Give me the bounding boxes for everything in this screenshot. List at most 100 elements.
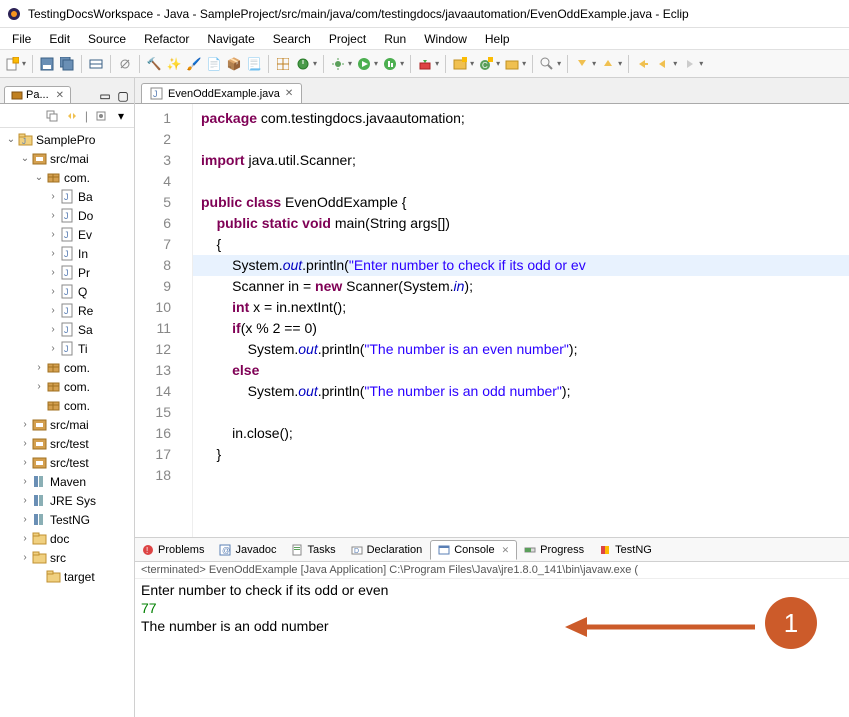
filter-icon[interactable] bbox=[94, 109, 108, 123]
project-tree[interactable]: ⌄JSamplePro⌄src/mai⌄com.›JBa›JDo›JEv›JIn… bbox=[0, 128, 134, 717]
tree-item[interactable]: ›JDo bbox=[0, 206, 134, 225]
skip-breakpoints-icon[interactable] bbox=[117, 56, 133, 72]
tree-item[interactable]: ›src/mai bbox=[0, 415, 134, 434]
testng-icon bbox=[599, 544, 611, 556]
tab-testng[interactable]: TestNG bbox=[592, 541, 660, 559]
page-icon[interactable]: 📃 bbox=[246, 56, 262, 72]
prev-annotation-icon[interactable] bbox=[600, 56, 616, 72]
new-package-icon[interactable] bbox=[452, 56, 468, 72]
tree-item[interactable]: ›com. bbox=[0, 358, 134, 377]
menu-help[interactable]: Help bbox=[477, 30, 518, 48]
paint-icon[interactable]: 🖌️ bbox=[186, 56, 202, 72]
link-editor-icon[interactable] bbox=[65, 109, 79, 123]
pkg-icon bbox=[46, 360, 61, 375]
minimize-icon[interactable]: ▭ bbox=[98, 89, 112, 103]
menu-refactor[interactable]: Refactor bbox=[136, 30, 197, 48]
grid-icon[interactable] bbox=[275, 56, 291, 72]
tab-declaration[interactable]: DDeclaration bbox=[344, 541, 431, 559]
back-icon[interactable] bbox=[655, 56, 671, 72]
debug-icon[interactable] bbox=[330, 56, 346, 72]
close-icon[interactable]: ✕ bbox=[285, 88, 293, 99]
tree-item[interactable]: ›JQ bbox=[0, 282, 134, 301]
tree-label: com. bbox=[64, 380, 90, 394]
tree-item[interactable]: com. bbox=[0, 396, 134, 415]
open-type-icon[interactable] bbox=[504, 56, 520, 72]
close-icon[interactable]: ✕ bbox=[56, 90, 64, 101]
wand-icon[interactable]: ✨ bbox=[166, 56, 182, 72]
toggle-breadcrumb-icon[interactable] bbox=[88, 56, 104, 72]
editor-tab[interactable]: J EvenOddExample.java ✕ bbox=[141, 83, 302, 103]
tree-item[interactable]: target bbox=[0, 567, 134, 586]
tree-item[interactable]: ›src/test bbox=[0, 453, 134, 472]
new-class-icon[interactable]: C bbox=[478, 56, 494, 72]
tree-item[interactable]: ⌄JSamplePro bbox=[0, 130, 134, 149]
menu-file[interactable]: File bbox=[4, 30, 39, 48]
tab-javadoc[interactable]: @Javadoc bbox=[212, 541, 284, 559]
tree-item[interactable]: ⌄src/mai bbox=[0, 149, 134, 168]
tree-item[interactable]: ›JIn bbox=[0, 244, 134, 263]
menu-edit[interactable]: Edit bbox=[41, 30, 78, 48]
menu-search[interactable]: Search bbox=[265, 30, 319, 48]
tree-label: com. bbox=[64, 361, 90, 375]
svg-text:!: ! bbox=[146, 546, 148, 555]
collapse-all-icon[interactable] bbox=[45, 109, 59, 123]
clock-icon[interactable] bbox=[295, 56, 311, 72]
tree-label: TestNG bbox=[50, 513, 90, 527]
tree-item[interactable]: ›TestNG bbox=[0, 510, 134, 529]
annotation-badge: 1 bbox=[765, 597, 817, 649]
coverage-icon[interactable] bbox=[382, 56, 398, 72]
run-icon[interactable] bbox=[356, 56, 372, 72]
svg-text:@: @ bbox=[222, 546, 230, 555]
new-icon[interactable] bbox=[4, 56, 20, 72]
save-all-icon[interactable] bbox=[59, 56, 75, 72]
tab-console[interactable]: Console✕ bbox=[430, 540, 517, 560]
forward-icon[interactable] bbox=[681, 56, 697, 72]
tree-item[interactable]: ›JSa bbox=[0, 320, 134, 339]
menu-navigate[interactable]: Navigate bbox=[199, 30, 262, 48]
tree-label: doc bbox=[50, 532, 69, 546]
tab-problems[interactable]: !Problems bbox=[135, 541, 212, 559]
menu-project[interactable]: Project bbox=[321, 30, 374, 48]
tree-item[interactable]: ›src/test bbox=[0, 434, 134, 453]
tree-item[interactable]: ›Maven bbox=[0, 472, 134, 491]
project-icon: J bbox=[18, 132, 33, 147]
svg-text:J: J bbox=[64, 211, 69, 221]
save-icon[interactable] bbox=[39, 56, 55, 72]
tree-item[interactable]: ›JRe bbox=[0, 301, 134, 320]
tree-item[interactable]: ›src bbox=[0, 548, 134, 567]
search-icon[interactable] bbox=[539, 56, 555, 72]
tree-item[interactable]: ›JBa bbox=[0, 187, 134, 206]
tree-item[interactable]: ›com. bbox=[0, 377, 134, 396]
tree-item[interactable]: ›JPr bbox=[0, 263, 134, 282]
tree-item[interactable]: ›doc bbox=[0, 529, 134, 548]
tree-item[interactable]: ⌄com. bbox=[0, 168, 134, 187]
cu-icon: J bbox=[60, 227, 75, 242]
code-content[interactable]: package com.testingdocs.javaautomation; … bbox=[193, 104, 849, 537]
ext-tools-icon[interactable] bbox=[417, 56, 433, 72]
view-menu-icon[interactable]: ▾ bbox=[114, 109, 128, 123]
doc-icon[interactable]: 📄 bbox=[206, 56, 222, 72]
tree-item[interactable]: ›JEv bbox=[0, 225, 134, 244]
editor-tab-label: EvenOddExample.java bbox=[168, 88, 280, 100]
next-annotation-icon[interactable] bbox=[574, 56, 590, 72]
console-output[interactable]: Enter number to check if its odd or even… bbox=[135, 579, 849, 717]
pkg-icon[interactable]: 📦 bbox=[226, 56, 242, 72]
src-icon bbox=[32, 436, 47, 451]
tree-item[interactable]: ›JRE Sys bbox=[0, 491, 134, 510]
svg-text:J: J bbox=[64, 249, 69, 259]
package-explorer-tab[interactable]: Pa... ✕ bbox=[4, 86, 71, 103]
build-icon[interactable]: 🔨 bbox=[146, 56, 162, 72]
tab-tasks[interactable]: Tasks bbox=[284, 541, 343, 559]
code-editor[interactable]: 123456789101112131415161718 package com.… bbox=[135, 104, 849, 537]
last-edit-icon[interactable] bbox=[635, 56, 651, 72]
tree-label: Ba bbox=[78, 190, 93, 204]
menu-source[interactable]: Source bbox=[80, 30, 134, 48]
tab-progress[interactable]: Progress bbox=[517, 541, 592, 559]
cu-icon: J bbox=[60, 284, 75, 299]
tree-item[interactable]: ›JTi bbox=[0, 339, 134, 358]
close-icon[interactable]: ✕ bbox=[502, 545, 510, 556]
maximize-icon[interactable]: ▢ bbox=[116, 89, 130, 103]
menu-run[interactable]: Run bbox=[376, 30, 414, 48]
tree-label: src/test bbox=[50, 456, 89, 470]
menu-window[interactable]: Window bbox=[416, 30, 475, 48]
